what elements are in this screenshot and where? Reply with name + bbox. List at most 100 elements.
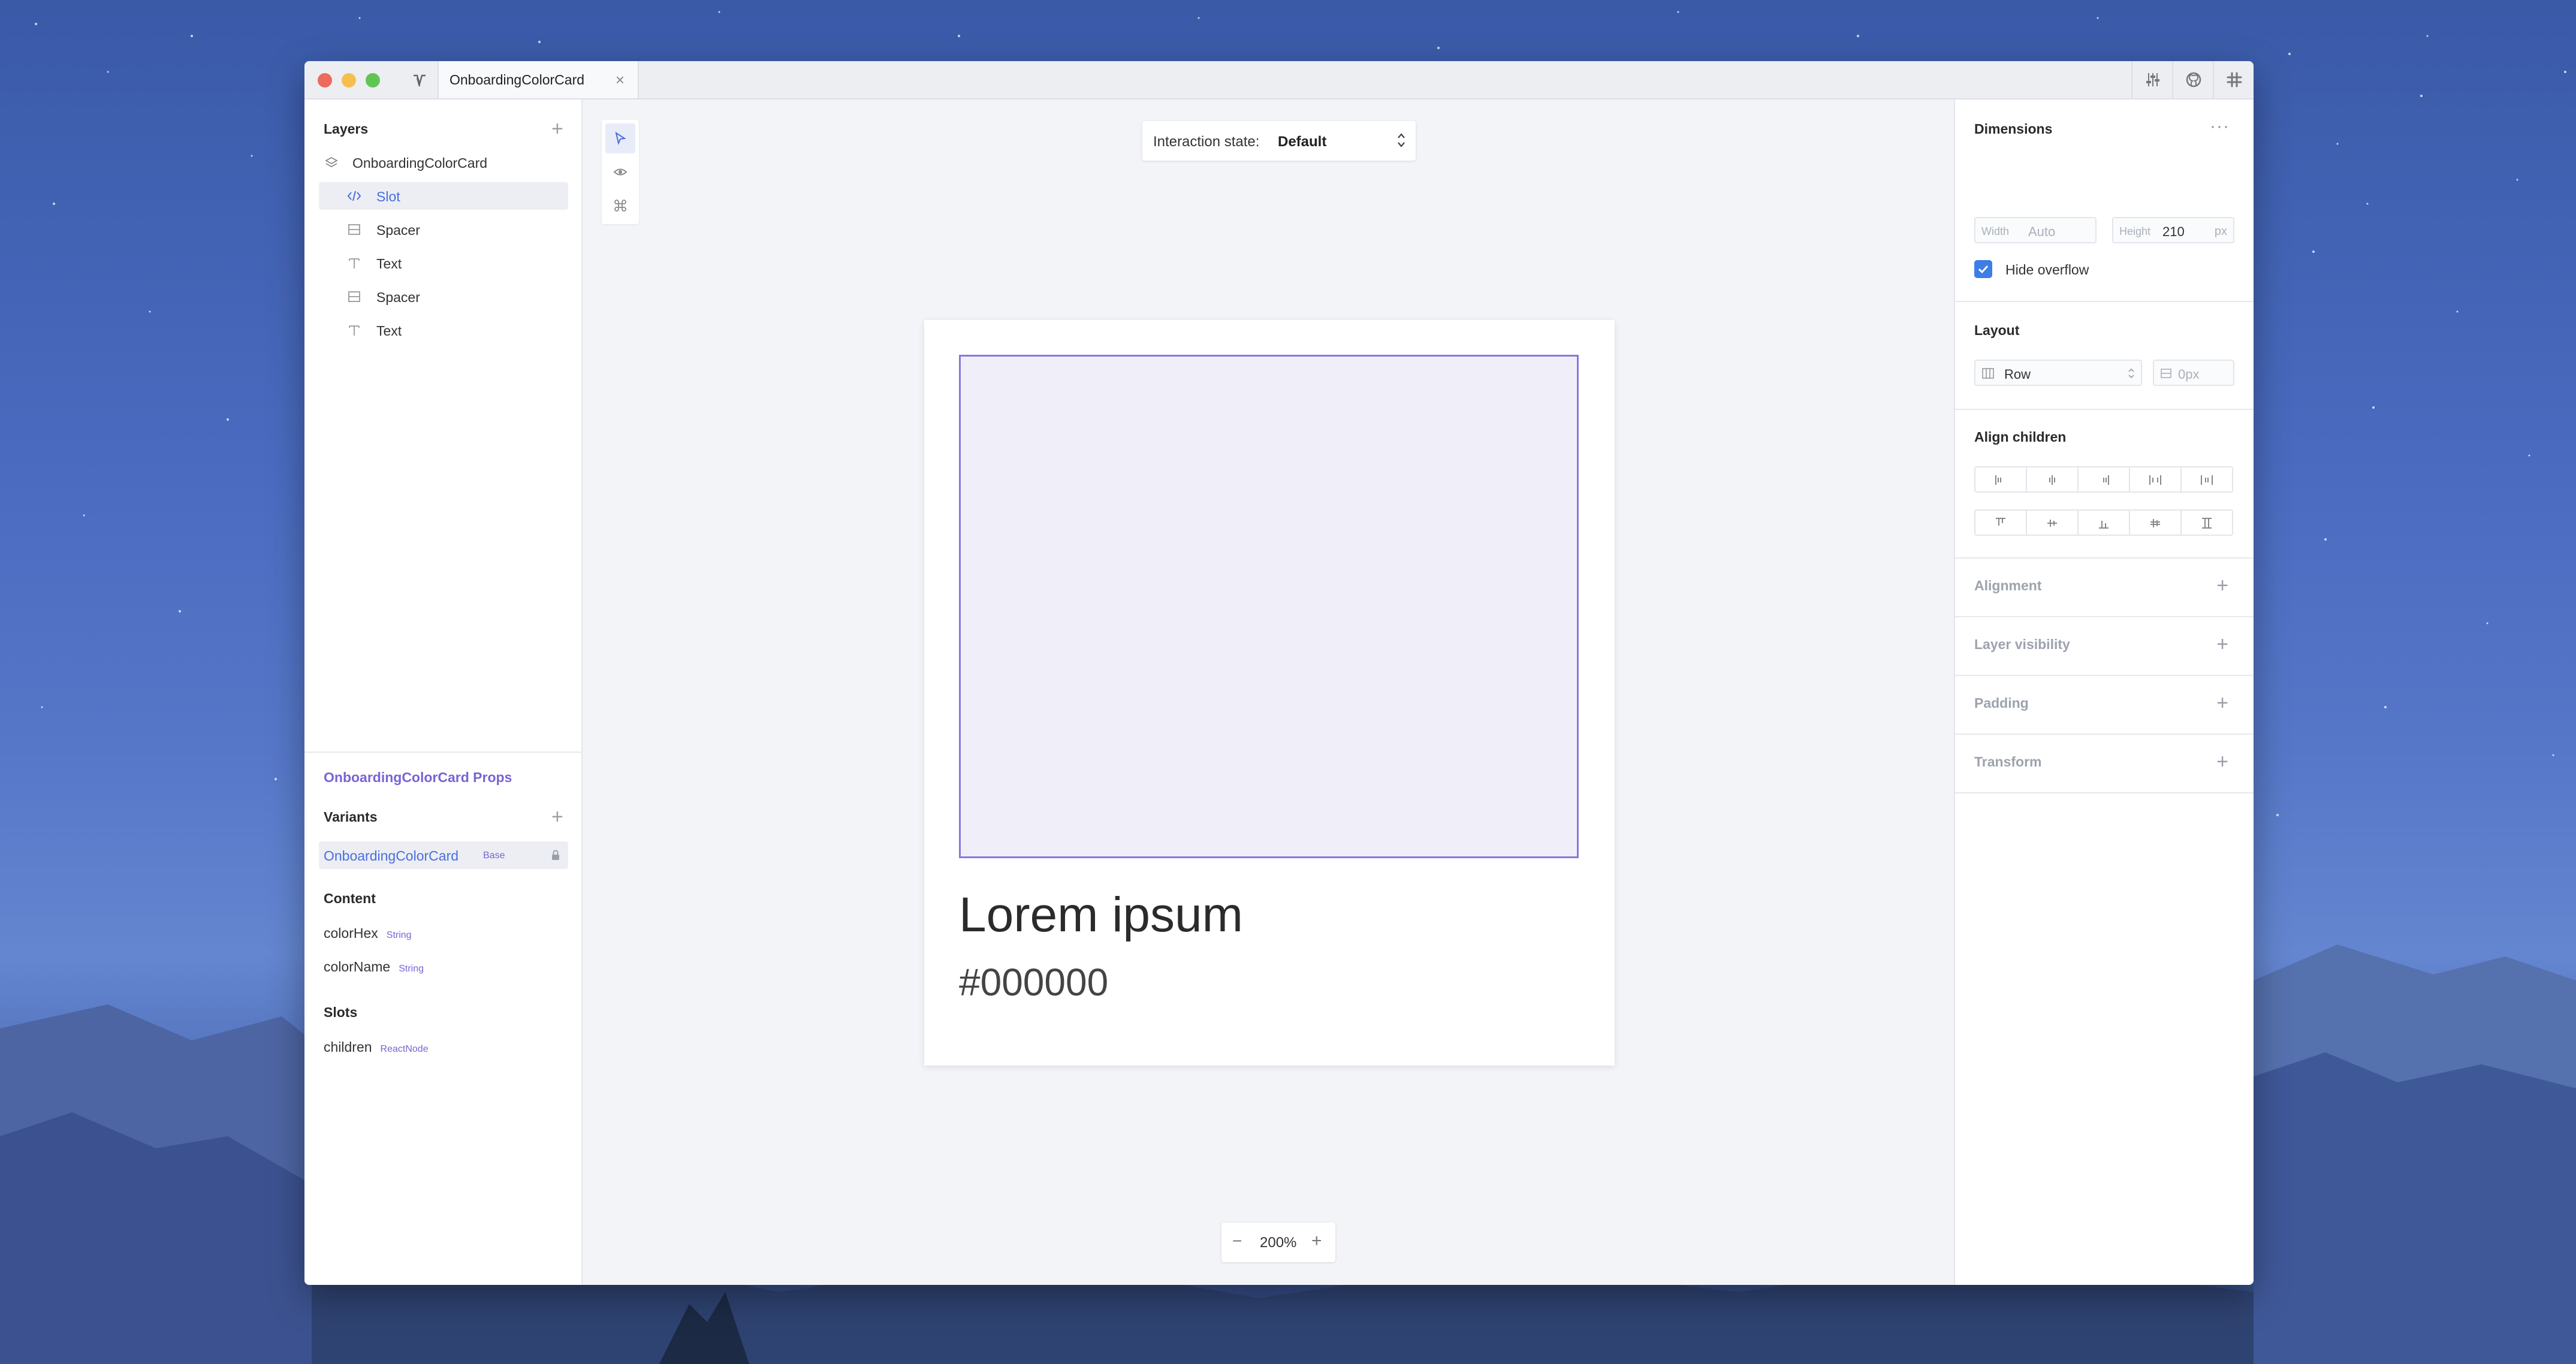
layer-item-spacer[interactable]: Spacer xyxy=(319,283,568,310)
add-variant-button[interactable]: + xyxy=(551,807,563,827)
checkmark-icon xyxy=(1978,265,1989,274)
zoom-window-button[interactable] xyxy=(366,73,380,87)
github-button[interactable] xyxy=(2172,61,2213,98)
layer-visibility-heading[interactable]: Layer visibility xyxy=(1974,636,2070,653)
layer-item-spacer[interactable]: Spacer xyxy=(319,216,568,243)
align-middle-button[interactable] xyxy=(2027,511,2079,535)
slot-placeholder[interactable] xyxy=(959,355,1579,858)
justify-start-icon xyxy=(1995,475,2001,485)
inspector-panel: Dimensions ··· Width Auto Height 210 px … xyxy=(1954,99,2254,1285)
justify-center-button[interactable] xyxy=(2027,467,2079,491)
layer-item-text[interactable]: Text xyxy=(319,316,568,344)
layout-direction-value: Row xyxy=(2004,367,2031,382)
divider xyxy=(304,752,583,753)
divider xyxy=(1955,557,2254,559)
variant-tag: Base xyxy=(483,850,505,861)
canvas-toolbar xyxy=(602,120,639,224)
transform-heading[interactable]: Transform xyxy=(1974,754,2041,770)
select-tool-button[interactable] xyxy=(605,123,635,153)
align-baseline-button[interactable] xyxy=(2130,511,2182,535)
justify-buttons xyxy=(1974,466,2233,493)
align-items-buttons xyxy=(1974,509,2233,536)
preview-tool-button[interactable] xyxy=(605,157,635,187)
tab-close-icon[interactable]: × xyxy=(616,71,625,89)
align-top-icon xyxy=(1996,518,2005,526)
variant-item-base[interactable]: OnboardingColorCard Base xyxy=(319,841,568,869)
slot-type: ReactNode xyxy=(380,1044,429,1054)
width-input[interactable]: Width Auto xyxy=(1974,217,2097,243)
layer-item-text[interactable]: Text xyxy=(319,249,568,277)
layer-item-slot[interactable]: Slot xyxy=(319,182,568,210)
app-window: OnboardingColorCard × Layers + Onboardin… xyxy=(304,61,2254,1285)
interaction-state-select[interactable]: Interaction state: Default xyxy=(1142,121,1416,161)
padding-heading[interactable]: Padding xyxy=(1974,695,2029,711)
document-tab[interactable]: OnboardingColorCard × xyxy=(438,61,639,98)
component-preview-card[interactable]: Lorem ipsum #000000 xyxy=(924,320,1615,1066)
prop-item[interactable]: colorName String xyxy=(324,959,424,975)
align-stretch-button[interactable] xyxy=(2182,511,2232,535)
columns-icon xyxy=(1982,368,1994,379)
align-bottom-button[interactable] xyxy=(2079,511,2130,535)
card-color-name[interactable]: Lorem ipsum xyxy=(959,887,1243,943)
layout-direction-select[interactable]: Row xyxy=(1974,360,2142,386)
add-layer-button[interactable]: + xyxy=(551,119,563,139)
divider xyxy=(1955,301,2254,302)
height-input[interactable]: Height 210 px xyxy=(2112,217,2234,243)
layer-item-root[interactable]: OnboardingColorCard xyxy=(319,149,568,176)
spacer-icon xyxy=(348,224,360,235)
prop-item[interactable]: colorHex String xyxy=(324,925,412,941)
layout-heading: Layout xyxy=(1974,322,2020,338)
eye-icon xyxy=(613,168,628,176)
command-tool-button[interactable] xyxy=(605,191,635,221)
slack-button[interactable] xyxy=(2213,61,2254,98)
zoom-out-button[interactable]: − xyxy=(1232,1232,1242,1251)
width-label: Width xyxy=(1981,225,2010,237)
app-logo-icon xyxy=(414,74,426,87)
code-icon xyxy=(347,191,361,201)
spacer-icon xyxy=(348,291,360,302)
more-options-button[interactable]: ··· xyxy=(2210,116,2230,137)
height-label: Height xyxy=(2119,225,2151,237)
layout-gap-input[interactable]: 0px xyxy=(2153,360,2234,386)
divider xyxy=(1955,616,2254,617)
justify-around-icon xyxy=(2201,475,2213,485)
align-children-heading: Align children xyxy=(1974,429,2067,445)
height-value: 210 xyxy=(2162,224,2185,239)
hide-overflow-checkbox[interactable] xyxy=(1974,260,1992,278)
interaction-state-value: Default xyxy=(1278,134,1327,150)
layers-icon xyxy=(325,156,338,168)
slot-item[interactable]: children ReactNode xyxy=(324,1039,429,1055)
dimensions-heading: Dimensions xyxy=(1974,121,2053,137)
justify-between-icon xyxy=(2149,475,2161,485)
add-padding-button[interactable]: + xyxy=(2216,693,2228,713)
slack-icon xyxy=(2227,72,2242,87)
justify-between-button[interactable] xyxy=(2130,467,2182,491)
select-arrows-icon xyxy=(1398,133,1405,147)
justify-center-icon xyxy=(2049,475,2055,485)
align-bottom-icon xyxy=(2099,521,2109,529)
justify-start-button[interactable] xyxy=(1975,467,2027,491)
alignment-heading[interactable]: Alignment xyxy=(1974,578,2041,594)
divider xyxy=(1955,792,2254,793)
prop-name: colorHex xyxy=(324,925,378,941)
prop-name: colorName xyxy=(324,959,391,974)
close-window-button[interactable] xyxy=(318,73,332,87)
minimize-window-button[interactable] xyxy=(342,73,356,87)
add-layer-visibility-button[interactable]: + xyxy=(2216,634,2228,654)
prop-type: String xyxy=(386,930,412,940)
zoom-in-button[interactable]: + xyxy=(1311,1231,1322,1251)
github-icon xyxy=(2186,72,2201,87)
justify-end-button[interactable] xyxy=(2079,467,2130,491)
text-icon xyxy=(349,325,360,336)
zoom-level: 200% xyxy=(1260,1235,1297,1251)
settings-sliders-button[interactable] xyxy=(2131,61,2172,98)
lock-icon xyxy=(552,850,559,860)
add-alignment-button[interactable]: + xyxy=(2216,575,2228,596)
justify-around-button[interactable] xyxy=(2182,467,2232,491)
divider xyxy=(1955,409,2254,410)
width-value: Auto xyxy=(2028,224,2056,239)
align-top-button[interactable] xyxy=(1975,511,2027,535)
card-color-hex[interactable]: #000000 xyxy=(959,960,1108,1004)
title-bar: OnboardingColorCard × xyxy=(304,61,2254,99)
add-transform-button[interactable]: + xyxy=(2216,752,2228,772)
